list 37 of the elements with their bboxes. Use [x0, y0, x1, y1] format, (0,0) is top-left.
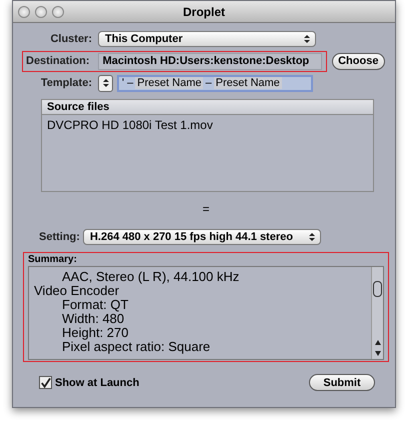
template-field[interactable]: ' – Preset Name – Preset Name	[117, 74, 313, 92]
summary-label: Summary:	[28, 254, 78, 266]
summary-line: Format: QT	[61, 298, 130, 312]
setting-dropdown[interactable]: H.264 480 x 270 15 fps high 44.1 stereo	[82, 229, 321, 245]
summary-line: Height: 270	[61, 326, 130, 340]
scroll-up-icon[interactable]	[374, 340, 380, 345]
summary-line: AAC, Stereo (L R), 44.100 kHz	[61, 270, 240, 284]
preset-name-token: Preset Name	[214, 77, 282, 89]
choose-button[interactable]: Choose	[332, 52, 385, 70]
cluster-dropdown[interactable]: This Computer	[98, 31, 316, 47]
setting-label: Setting:	[39, 231, 80, 243]
window-button-icon[interactable]	[52, 6, 64, 18]
template-stepper[interactable]	[98, 74, 113, 92]
stepper-arrows-icon	[308, 233, 315, 241]
destination-label: Destination:	[26, 55, 90, 67]
checkbox[interactable]	[39, 376, 52, 389]
window-button-icon[interactable]	[35, 6, 47, 18]
scroll-down-icon[interactable]	[374, 351, 380, 356]
stepper-arrows-icon	[304, 35, 310, 43]
list-header: Source files	[42, 100, 373, 115]
scroll-thumb[interactable]	[373, 281, 382, 297]
separator-text: –	[205, 77, 212, 89]
show-at-launch-label: Show at Launch	[55, 376, 140, 388]
preset-name-token: Preset Name	[135, 77, 204, 89]
template-label: Template:	[40, 77, 92, 89]
separator-text: ' –	[122, 77, 134, 89]
summary-line: Video Encoder	[34, 284, 120, 298]
file-name[interactable]: DVCPRO HD 1080i Test 1.mov	[42, 118, 373, 132]
destination-field[interactable]: Macintosh HD:Users:kenstone:Desktop	[98, 52, 322, 70]
scrollbar[interactable]	[371, 267, 383, 359]
window-title: Droplet	[182, 4, 226, 18]
summary-line: Pixel aspect ratio: Square	[61, 340, 212, 354]
cluster-label: Cluster:	[49, 33, 92, 45]
splitter-handle[interactable]: =	[202, 203, 210, 215]
window-button-icon[interactable]	[18, 6, 30, 18]
submit-button[interactable]: Submit	[309, 374, 375, 391]
summary-line: Width: 480	[61, 312, 124, 326]
